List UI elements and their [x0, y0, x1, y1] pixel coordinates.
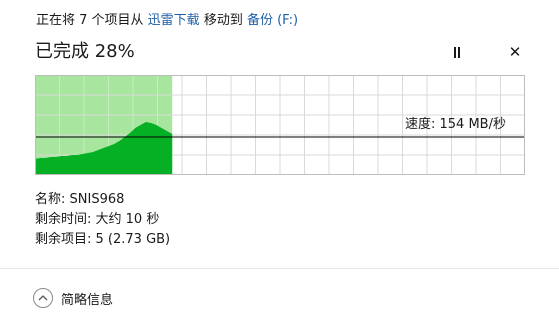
transfer-details: 名称: SNIS968 剩余时间: 大约 10 秒 剩余项目: 5 (2.73 … — [35, 190, 170, 250]
transfer-description: 正在将 7 个项目从 迅雷下载 移动到 备份 (F:) — [36, 11, 298, 31]
time-remaining-row: 剩余时间: 大约 10 秒 — [35, 212, 160, 227]
footer-divider — [0, 268, 559, 269]
items-remaining-row: 剩余项目: 5 (2.73 GB) — [35, 232, 171, 247]
close-icon: ✕ — [508, 43, 522, 61]
source-folder-link[interactable]: 迅雷下载 — [148, 13, 200, 28]
progress-percentage-label: 已完成 28% — [35, 41, 135, 62]
header-prefix: 正在将 7 个项目从 — [36, 13, 148, 28]
close-button[interactable]: ✕ — [503, 40, 527, 64]
pause-button[interactable] — [445, 40, 469, 64]
file-transfer-dialog: 正在将 7 个项目从 迅雷下载 移动到 备份 (F:) 已完成 28% ✕ 速度… — [0, 0, 559, 325]
fewer-details-label: 简略信息 — [61, 292, 114, 308]
fewer-details-toggle[interactable]: 简略信息 — [33, 287, 113, 309]
destination-folder-link[interactable]: 备份 (F:) — [247, 13, 298, 28]
item-name-row: 名称: SNIS968 — [35, 192, 125, 207]
pause-icon — [453, 47, 461, 58]
chevron-up-circle-icon — [33, 288, 53, 308]
header-middle: 移动到 — [199, 13, 247, 28]
transfer-speed-label: 速度: 154 MB/秒 — [405, 117, 506, 132]
